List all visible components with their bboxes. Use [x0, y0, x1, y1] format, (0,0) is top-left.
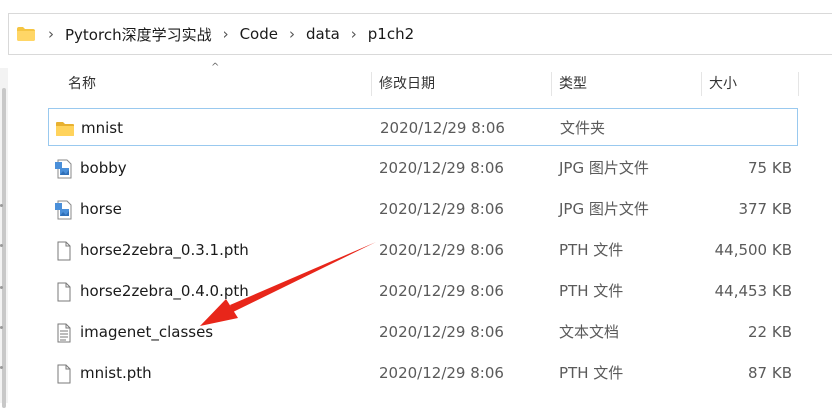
chevron-right-icon[interactable]: › — [289, 26, 295, 42]
column-divider[interactable] — [701, 72, 702, 96]
pane-marker — [0, 204, 3, 207]
file-date: 2020/12/29 8:06 — [379, 200, 504, 218]
image-file-icon — [54, 159, 74, 179]
file-type: 文件夹 — [560, 119, 606, 137]
pane-marker — [0, 366, 3, 369]
file-name: mnist.pth — [80, 364, 152, 382]
file-type: JPG 图片文件 — [559, 159, 649, 177]
blank-file-icon — [54, 364, 74, 384]
file-row-horse2zebra-031[interactable]: horse2zebra_0.3.1.pth 2020/12/29 8:06 PT… — [48, 231, 798, 269]
column-header-row: 名称 修改日期 类型 大小 — [48, 68, 800, 100]
breadcrumb-item[interactable]: p1ch2 — [368, 25, 414, 43]
column-divider[interactable] — [371, 72, 372, 96]
file-type: PTH 文件 — [559, 364, 624, 382]
file-size: 377 KB — [738, 200, 792, 218]
file-date: 2020/12/29 8:06 — [379, 159, 504, 177]
column-header-size[interactable]: 大小 — [709, 68, 737, 100]
file-explorer-window: › Pytorch深度学习实战 › Code › data › p1ch2 ^ … — [0, 0, 832, 408]
column-divider[interactable] — [798, 72, 799, 96]
breadcrumb-item[interactable]: Code — [240, 25, 278, 43]
file-type: JPG 图片文件 — [559, 200, 649, 218]
file-name: horse — [80, 200, 122, 218]
file-row-horse2zebra-040[interactable]: horse2zebra_0.4.0.pth 2020/12/29 8:06 PT… — [48, 272, 798, 310]
chevron-right-icon[interactable]: › — [351, 26, 357, 42]
file-size: 44,453 KB — [714, 282, 792, 300]
pane-marker — [0, 244, 3, 247]
file-date: 2020/12/29 8:06 — [379, 241, 504, 259]
file-name: bobby — [80, 159, 127, 177]
column-divider[interactable] — [551, 72, 552, 96]
file-size: 44,500 KB — [714, 241, 792, 259]
file-date: 2020/12/29 8:06 — [379, 323, 504, 341]
file-name: horse2zebra_0.4.0.pth — [80, 282, 249, 300]
blank-file-icon — [54, 241, 74, 261]
pane-marker — [0, 326, 3, 329]
folder-icon — [55, 119, 75, 139]
file-row-imagenet-classes[interactable]: imagenet_classes 2020/12/29 8:06 文本文档 22… — [48, 313, 798, 351]
file-size: 87 KB — [748, 364, 792, 382]
chevron-right-icon[interactable]: › — [223, 26, 229, 42]
file-date: 2020/12/29 8:06 — [380, 119, 505, 137]
text-file-icon — [54, 323, 74, 343]
file-date: 2020/12/29 8:06 — [379, 364, 504, 382]
column-header-type[interactable]: 类型 — [559, 68, 587, 100]
file-date: 2020/12/29 8:06 — [379, 282, 504, 300]
file-row-mnist[interactable]: mnist 2020/12/29 8:06 文件夹 — [48, 108, 798, 146]
file-type: PTH 文件 — [559, 241, 624, 259]
breadcrumb-item[interactable]: Pytorch深度学习实战 — [65, 24, 212, 45]
column-header-name[interactable]: 名称 — [68, 68, 96, 100]
file-row-bobby[interactable]: bobby 2020/12/29 8:06 JPG 图片文件 75 KB — [48, 149, 798, 187]
column-header-date[interactable]: 修改日期 — [379, 68, 435, 100]
file-size: 75 KB — [748, 159, 792, 177]
scrollbar-thumb[interactable] — [2, 88, 6, 408]
file-type: PTH 文件 — [559, 282, 624, 300]
file-row-horse[interactable]: horse 2020/12/29 8:06 JPG 图片文件 377 KB — [48, 190, 798, 228]
file-row-mnist-pth[interactable]: mnist.pth 2020/12/29 8:06 PTH 文件 87 KB — [48, 354, 798, 392]
breadcrumb-item[interactable]: data — [306, 25, 340, 43]
blank-file-icon — [54, 282, 74, 302]
navigation-pane-scrollbar[interactable] — [0, 68, 8, 408]
file-name: imagenet_classes — [80, 323, 214, 341]
file-size: 22 KB — [748, 323, 792, 341]
file-name: mnist — [81, 119, 123, 137]
file-name: horse2zebra_0.3.1.pth — [80, 241, 249, 259]
folder-icon — [17, 27, 35, 41]
pane-marker — [0, 286, 3, 289]
file-type: 文本文档 — [559, 323, 620, 341]
address-bar[interactable]: › Pytorch深度学习实战 › Code › data › p1ch2 — [8, 13, 832, 55]
chevron-right-icon[interactable]: › — [48, 26, 54, 42]
image-file-icon — [54, 200, 74, 220]
